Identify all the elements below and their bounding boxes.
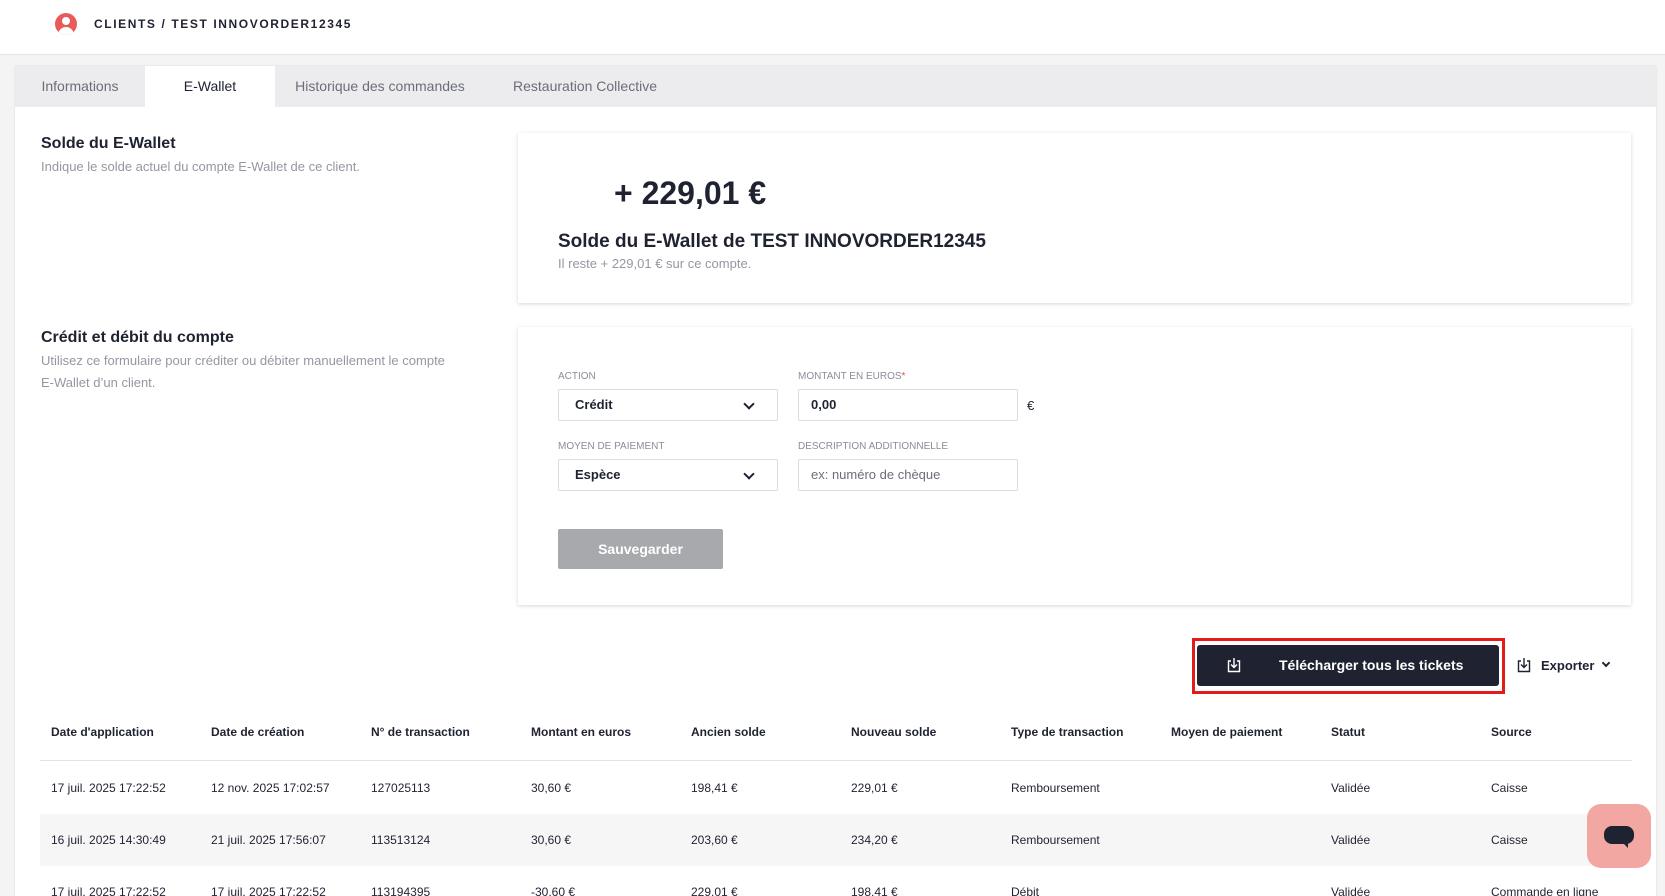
cell-transaction-type: Remboursement xyxy=(1011,833,1100,847)
column-header-status[interactable]: Statut xyxy=(1331,725,1365,739)
balance-section-description: Indique le solde actuel du compte E-Wall… xyxy=(41,159,360,174)
balance-card-title: Solde du E-Wallet de TEST INNOVORDER1234… xyxy=(558,231,986,252)
cell-old-balance: 203,60 € xyxy=(691,833,738,847)
balance-amount: + 229,01 € xyxy=(614,175,767,211)
chevron-down-icon xyxy=(743,468,755,480)
cell-date-creation: 17 juil. 2025 17:22:52 xyxy=(211,885,326,896)
tab-informations[interactable]: Informations xyxy=(15,66,145,107)
currency-symbol: € xyxy=(1027,398,1035,413)
table-row[interactable]: 16 juil. 2025 14:30:49 21 juil. 2025 17:… xyxy=(40,814,1632,866)
column-header-new-balance[interactable]: Nouveau solde xyxy=(851,725,936,739)
column-header-amount[interactable]: Montant en euros xyxy=(531,725,631,739)
cell-new-balance: 198,41 € xyxy=(851,885,898,896)
additional-description-label: DESCRIPTION ADDITIONNELLE xyxy=(798,441,949,452)
payment-method-label: MOYEN DE PAIEMENT xyxy=(558,441,665,452)
column-header-date-creation[interactable]: Date de création xyxy=(211,725,304,739)
chat-support-button[interactable] xyxy=(1587,804,1651,868)
chevron-down-icon xyxy=(743,398,755,410)
tab-restauration-collective[interactable]: Restauration Collective xyxy=(485,66,685,107)
cell-old-balance: 229,01 € xyxy=(691,885,738,896)
cell-transaction-type: Remboursement xyxy=(1011,781,1100,795)
action-select-value: Crédit xyxy=(575,397,613,412)
download-all-tickets-button[interactable]: Télécharger tous les tickets xyxy=(1197,645,1499,686)
credit-section-description-2: E-Wallet d’un client. xyxy=(41,375,156,390)
column-header-old-balance[interactable]: Ancien solde xyxy=(691,725,766,739)
cell-transaction-number: 113513124 xyxy=(371,833,431,847)
amount-input[interactable]: 0,00 xyxy=(798,389,1018,421)
cell-date-application: 17 juil. 2025 17:22:52 xyxy=(51,885,166,896)
payment-method-value: Espèce xyxy=(575,467,621,482)
required-asterisk: * xyxy=(901,371,906,382)
cell-transaction-number: 113194395 xyxy=(371,885,431,896)
download-all-tickets-label: Télécharger tous les tickets xyxy=(1279,657,1464,673)
top-bar: CLIENTS / TEST INNOVORDER12345 xyxy=(0,0,1665,55)
cell-amount: 30,60 € xyxy=(531,781,572,795)
cell-source: Commande en ligne xyxy=(1491,885,1599,896)
cell-source: Caisse xyxy=(1491,833,1528,847)
user-circle-icon xyxy=(55,13,77,35)
cell-date-creation: 12 nov. 2025 17:02:57 xyxy=(211,781,330,795)
cell-new-balance: 229,01 € xyxy=(851,781,898,795)
cell-amount: -30,60 € xyxy=(531,885,576,896)
column-header-transaction-type[interactable]: Type de transaction xyxy=(1011,725,1123,739)
cell-date-application: 17 juil. 2025 17:22:52 xyxy=(51,781,166,795)
balance-section-title: Solde du E-Wallet xyxy=(41,135,176,152)
cell-date-creation: 21 juil. 2025 17:56:07 xyxy=(211,833,326,847)
cell-source: Caisse xyxy=(1491,781,1528,795)
cell-transaction-number: 127025113 xyxy=(371,781,431,795)
table-header-divider xyxy=(40,760,1632,761)
column-header-source[interactable]: Source xyxy=(1491,725,1532,739)
tab-e-wallet[interactable]: E-Wallet xyxy=(145,66,275,107)
column-header-date-application[interactable]: Date d'application xyxy=(51,725,154,739)
cell-new-balance: 234,20 € xyxy=(851,833,898,847)
cell-date-application: 16 juil. 2025 14:30:49 xyxy=(51,833,166,847)
balance-panel: + 229,01 € Solde du E-Wallet de TEST INN… xyxy=(518,133,1631,303)
export-icon xyxy=(1517,658,1531,673)
cell-status: Validée xyxy=(1331,833,1371,847)
cell-amount: 30,60 € xyxy=(531,833,572,847)
download-icon xyxy=(1227,658,1241,673)
table-row[interactable]: 17 juil. 2025 17:22:52 17 juil. 2025 17:… xyxy=(40,866,1632,896)
tab-bar: Informations E-Wallet Historique des com… xyxy=(15,66,1656,107)
credit-form-panel: ACTION Crédit MONTANT EN EUROS* 0,00 € M… xyxy=(518,327,1631,605)
amount-input-value: 0,00 xyxy=(811,397,837,412)
column-header-transaction-number[interactable]: N° de transaction xyxy=(371,725,470,739)
action-select[interactable]: Crédit xyxy=(558,389,778,421)
payment-method-select[interactable]: Espèce xyxy=(558,459,778,491)
save-button[interactable]: Sauvegarder xyxy=(558,529,723,569)
cell-transaction-type: Débit xyxy=(1011,885,1040,896)
tab-historique-commandes[interactable]: Historique des commandes xyxy=(275,66,485,107)
column-header-payment-method[interactable]: Moyen de paiement xyxy=(1171,725,1282,739)
breadcrumb: CLIENTS / TEST INNOVORDER12345 xyxy=(94,17,353,31)
cell-status: Validée xyxy=(1331,781,1371,795)
balance-card-subtitle: Il reste + 229,01 € sur ce compte. xyxy=(558,256,752,271)
additional-description-input[interactable]: ex: numéro de chèque xyxy=(798,459,1018,491)
export-label: Exporter xyxy=(1541,658,1595,673)
chat-bubble-icon xyxy=(1604,826,1634,844)
cell-old-balance: 198,41 € xyxy=(691,781,738,795)
action-label: ACTION xyxy=(558,371,596,382)
credit-section-title: Crédit et débit du compte xyxy=(41,329,234,346)
table-row[interactable]: 17 juil. 2025 17:22:52 12 nov. 2025 17:0… xyxy=(40,762,1632,814)
additional-description-placeholder: ex: numéro de chèque xyxy=(811,467,941,482)
credit-section-description-1: Utilisez ce formulaire pour créditer ou … xyxy=(41,353,445,368)
cell-status: Validée xyxy=(1331,885,1371,896)
amount-label: MONTANT EN EUROS* xyxy=(798,371,906,382)
